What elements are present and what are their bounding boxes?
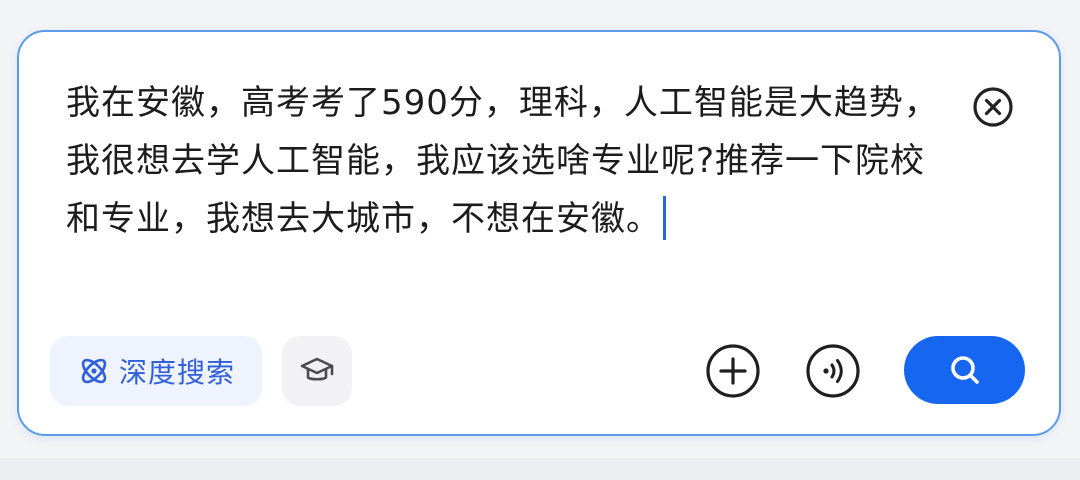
search-query-text: 我在安徽，高考考了590分，理科，人工智能是大趋势，我很想去学人工智能，我应该选…	[66, 83, 939, 239]
atom-icon	[81, 358, 107, 384]
graduation-cap-icon	[300, 357, 334, 381]
search-submit-button[interactable]	[904, 336, 1025, 404]
education-mode-button[interactable]	[282, 336, 352, 406]
clear-circle-x-icon	[973, 87, 1013, 127]
deep-search-button[interactable]: 深度搜索	[50, 336, 262, 406]
deep-search-label: 深度搜索	[118, 356, 235, 389]
bottom-background-strip	[0, 458, 1080, 480]
clear-button[interactable]	[968, 82, 1018, 132]
text-caret	[663, 196, 666, 240]
search-query-input[interactable]: 我在安徽，高考考了590分，理科，人工智能是大趋势，我很想去学人工智能，我应该选…	[66, 74, 946, 248]
search-icon	[950, 356, 979, 384]
add-attachment-button[interactable]	[704, 342, 762, 400]
voice-input-button[interactable]	[804, 342, 862, 400]
voice-wave-icon	[806, 344, 860, 398]
plus-circle-icon	[706, 344, 760, 398]
